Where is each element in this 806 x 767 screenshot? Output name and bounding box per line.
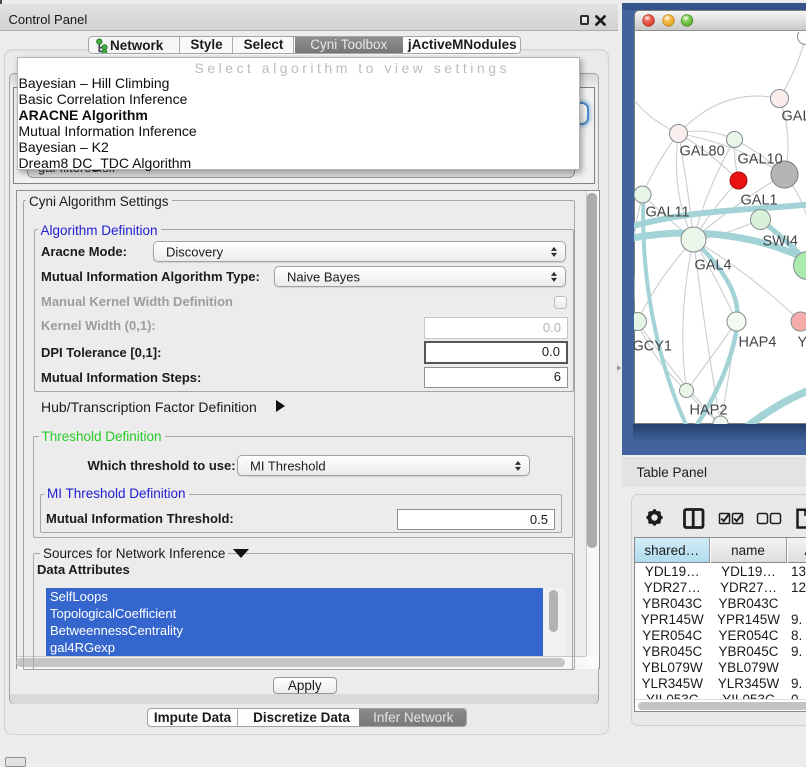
svg-text:GAL1: GAL1 xyxy=(740,192,777,208)
svg-text:GAL10: GAL10 xyxy=(737,151,782,167)
svg-text:SWI4: SWI4 xyxy=(762,233,797,249)
svg-text:GAL4: GAL4 xyxy=(694,257,731,273)
svg-text:GAL80: GAL80 xyxy=(679,143,724,159)
svg-text:HAP4: HAP4 xyxy=(738,334,776,350)
svg-text:HAP2: HAP2 xyxy=(689,402,727,418)
svg-text:GAL7: GAL7 xyxy=(781,108,806,124)
svg-text:YM: YM xyxy=(797,334,806,350)
svg-text:GCY1: GCY1 xyxy=(634,338,672,354)
svg-text:GAL11: GAL11 xyxy=(645,204,689,220)
